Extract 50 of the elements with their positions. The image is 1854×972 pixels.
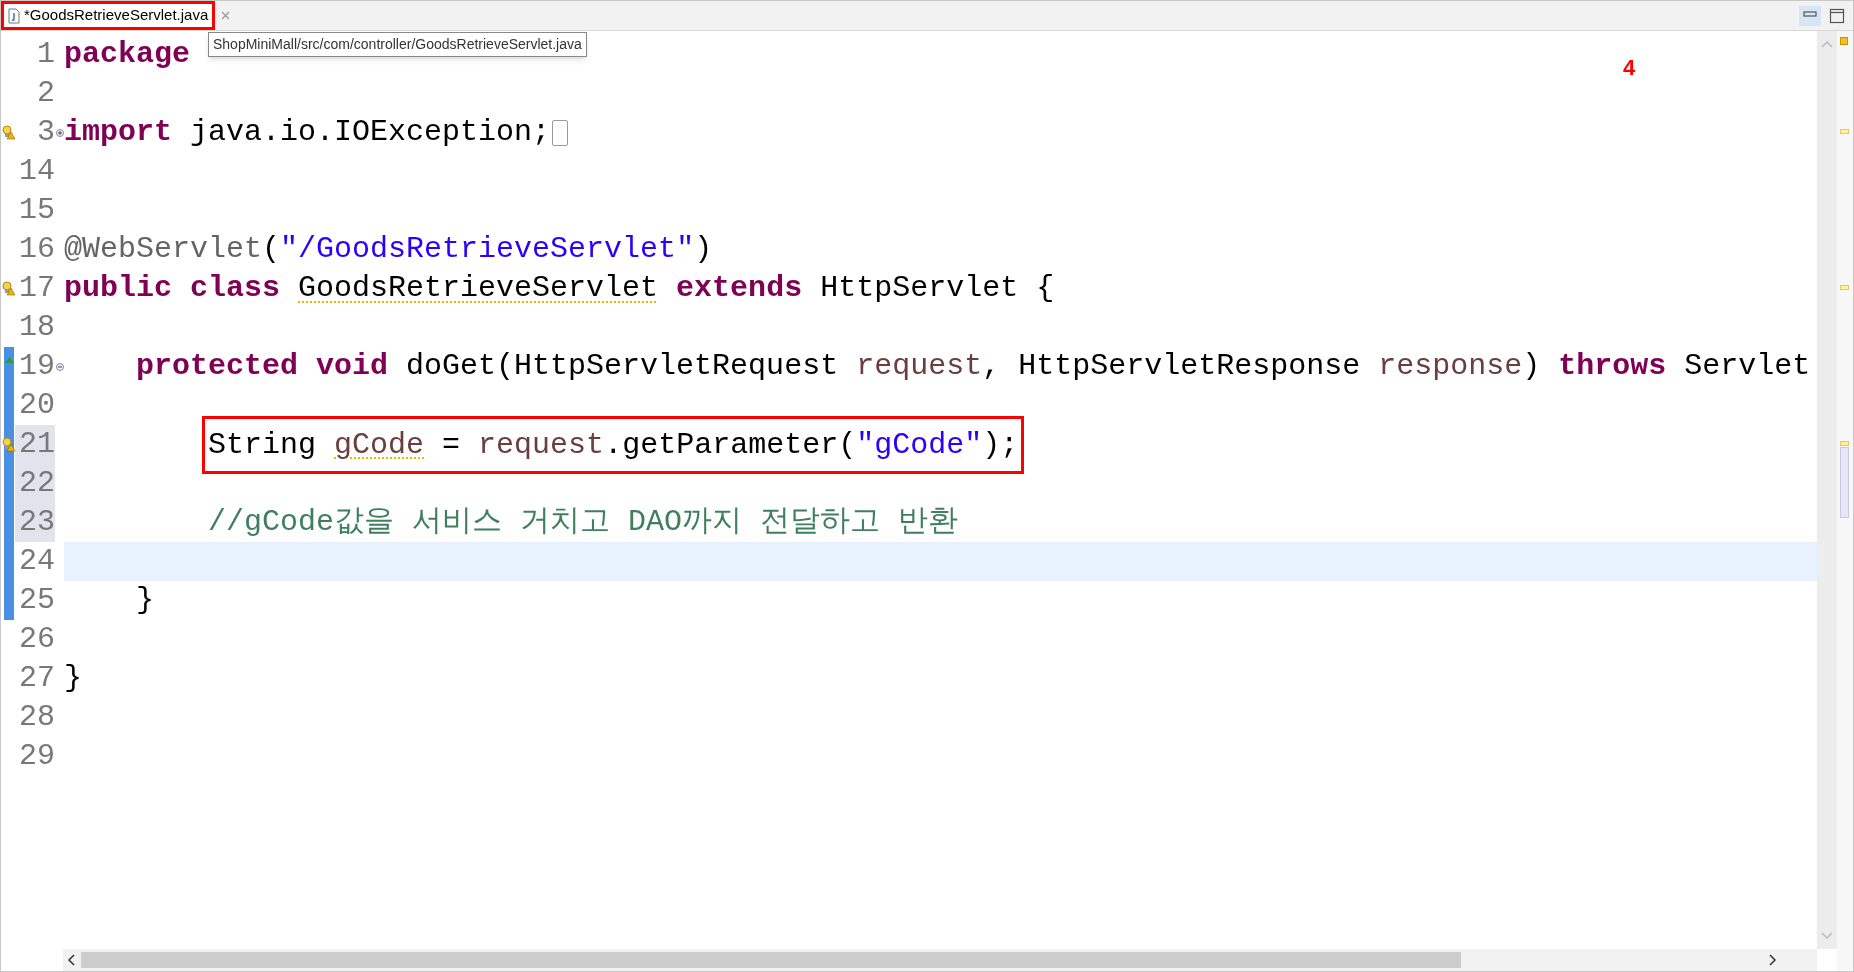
line-number: 29 bbox=[18, 738, 55, 775]
lightbulb-warning-icon[interactable] bbox=[1, 125, 15, 140]
line-number: 28 bbox=[18, 699, 55, 736]
lightbulb-warning-icon[interactable] bbox=[1, 281, 15, 296]
folded-code-marker[interactable] bbox=[552, 119, 569, 146]
line-number: 2 bbox=[36, 75, 55, 112]
line-number: 14 bbox=[18, 153, 55, 190]
line-number: 16 bbox=[18, 231, 55, 268]
highlight-frame: String gCode = request.getParameter("gCode"); bbox=[202, 415, 1025, 474]
overview-warning-mark[interactable] bbox=[1840, 441, 1849, 446]
line-number: 1 bbox=[36, 36, 55, 73]
java-file-icon bbox=[8, 7, 20, 24]
code-line: package bbox=[64, 36, 191, 73]
line-number: 25 bbox=[18, 582, 55, 619]
line-number: 17 bbox=[18, 270, 55, 307]
path-tooltip: ShopMiniMall/src/com/controller/GoodsRetrieveServlet.java bbox=[208, 32, 587, 57]
lightbulb-warning-icon[interactable] bbox=[1, 437, 15, 452]
line-number: 18 bbox=[18, 309, 55, 346]
annotation-number: 4 bbox=[1623, 54, 1636, 82]
code-line: import java.io.IOException; bbox=[64, 114, 551, 151]
line-number: 21 bbox=[15, 425, 55, 464]
triangle-icon bbox=[5, 357, 14, 363]
line-number: 15 bbox=[18, 192, 55, 229]
expand-icon[interactable] bbox=[55, 128, 64, 137]
code-line: } bbox=[64, 660, 82, 697]
line-number: 22 bbox=[15, 464, 55, 503]
code-line: } bbox=[136, 582, 155, 619]
overview-warning-mark[interactable] bbox=[1840, 129, 1849, 134]
tab-title: *GoodsRetrieveServlet.java bbox=[24, 5, 209, 26]
scrollbar-thumb[interactable] bbox=[81, 952, 1461, 968]
line-number: 19 bbox=[18, 348, 55, 385]
overview-warning-mark[interactable] bbox=[1840, 285, 1849, 290]
close-icon[interactable] bbox=[221, 11, 231, 20]
code-line: @WebServlet("/GoodsRetrieveServlet") bbox=[64, 231, 713, 268]
editor-tab[interactable]: *GoodsRetrieveServlet.java bbox=[1, 1, 216, 30]
line-number: 27 bbox=[18, 660, 55, 697]
maximize-icon[interactable] bbox=[1829, 7, 1845, 24]
collapse-icon[interactable] bbox=[55, 362, 64, 371]
minimize-icon[interactable] bbox=[1799, 5, 1821, 26]
code-line: protected void doGet(HttpServletRequest request, HttpServletResponse response) throws Servlet bbox=[136, 348, 1811, 385]
scroll-up-icon[interactable] bbox=[1820, 39, 1834, 49]
warning-summary-icon[interactable] bbox=[1840, 37, 1848, 45]
line-number: 23 bbox=[15, 503, 55, 542]
scroll-down-icon[interactable] bbox=[1820, 931, 1834, 941]
line-number: 3 bbox=[36, 114, 55, 151]
code-line: public class GoodsRetrieveServlet extends HttpServlet { bbox=[64, 270, 1055, 307]
line-number: 26 bbox=[18, 621, 55, 658]
code-comment: //gCode값을 서비스 거치고 DAO까지 전달하고 반환 bbox=[208, 504, 959, 541]
line-number: 20 bbox=[18, 387, 55, 424]
line-number: 24 bbox=[18, 543, 55, 580]
